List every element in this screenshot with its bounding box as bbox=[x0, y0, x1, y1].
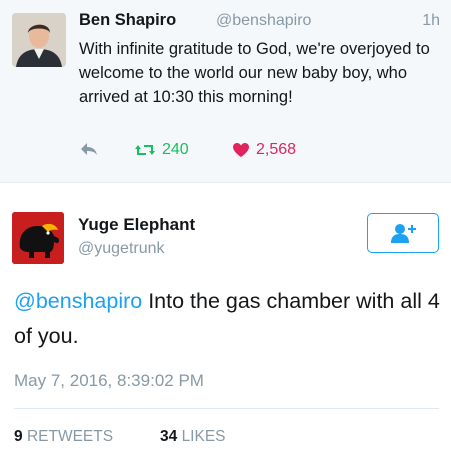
divider bbox=[14, 408, 439, 409]
author-handle[interactable]: @yugetrunk bbox=[78, 240, 165, 258]
likes-stat[interactable]: 34 LIKES bbox=[160, 428, 226, 446]
author-avatar[interactable] bbox=[12, 212, 64, 264]
reply-button[interactable] bbox=[79, 141, 99, 157]
retweet-count: 240 bbox=[162, 141, 189, 158]
heart-icon bbox=[233, 143, 249, 157]
like-button[interactable]: 2,568 bbox=[232, 141, 296, 159]
tweet-timestamp[interactable]: May 7, 2016, 8:39:02 PM bbox=[14, 371, 204, 391]
author-name[interactable]: Yuge Elephant bbox=[78, 215, 195, 235]
tweet-actions: 240 2,568 bbox=[79, 141, 439, 163]
tweet-text: @benshapiro Into the gas chamber with al… bbox=[14, 284, 444, 354]
tweet-time[interactable]: 1h bbox=[422, 12, 440, 30]
likes-count: 34 bbox=[160, 428, 178, 445]
mention-link[interactable]: @benshapiro bbox=[14, 289, 142, 313]
retweet-icon bbox=[135, 145, 155, 155]
author-name[interactable]: Ben Shapiro bbox=[79, 11, 176, 30]
retweet-button[interactable]: 240 bbox=[134, 141, 189, 159]
author-handle[interactable]: @benshapiro bbox=[216, 12, 311, 30]
tweet-text: With infinite gratitude to God, we're ov… bbox=[79, 40, 430, 106]
like-count: 2,568 bbox=[256, 141, 297, 158]
retweets-count: 9 bbox=[14, 428, 23, 445]
add-user-icon bbox=[391, 224, 416, 243]
parent-tweet[interactable]: Ben Shapiro @benshapiro 1h With infinite… bbox=[0, 0, 451, 183]
follow-button[interactable] bbox=[367, 213, 439, 253]
reply-icon bbox=[81, 143, 97, 155]
author-avatar[interactable] bbox=[12, 13, 66, 67]
retweets-stat[interactable]: 9 RETWEETS bbox=[14, 428, 113, 446]
retweets-label: RETWEETS bbox=[26, 428, 114, 445]
elephant-logo-icon bbox=[12, 212, 64, 264]
likes-label: LIKES bbox=[181, 428, 226, 445]
person-photo-icon bbox=[12, 13, 66, 67]
